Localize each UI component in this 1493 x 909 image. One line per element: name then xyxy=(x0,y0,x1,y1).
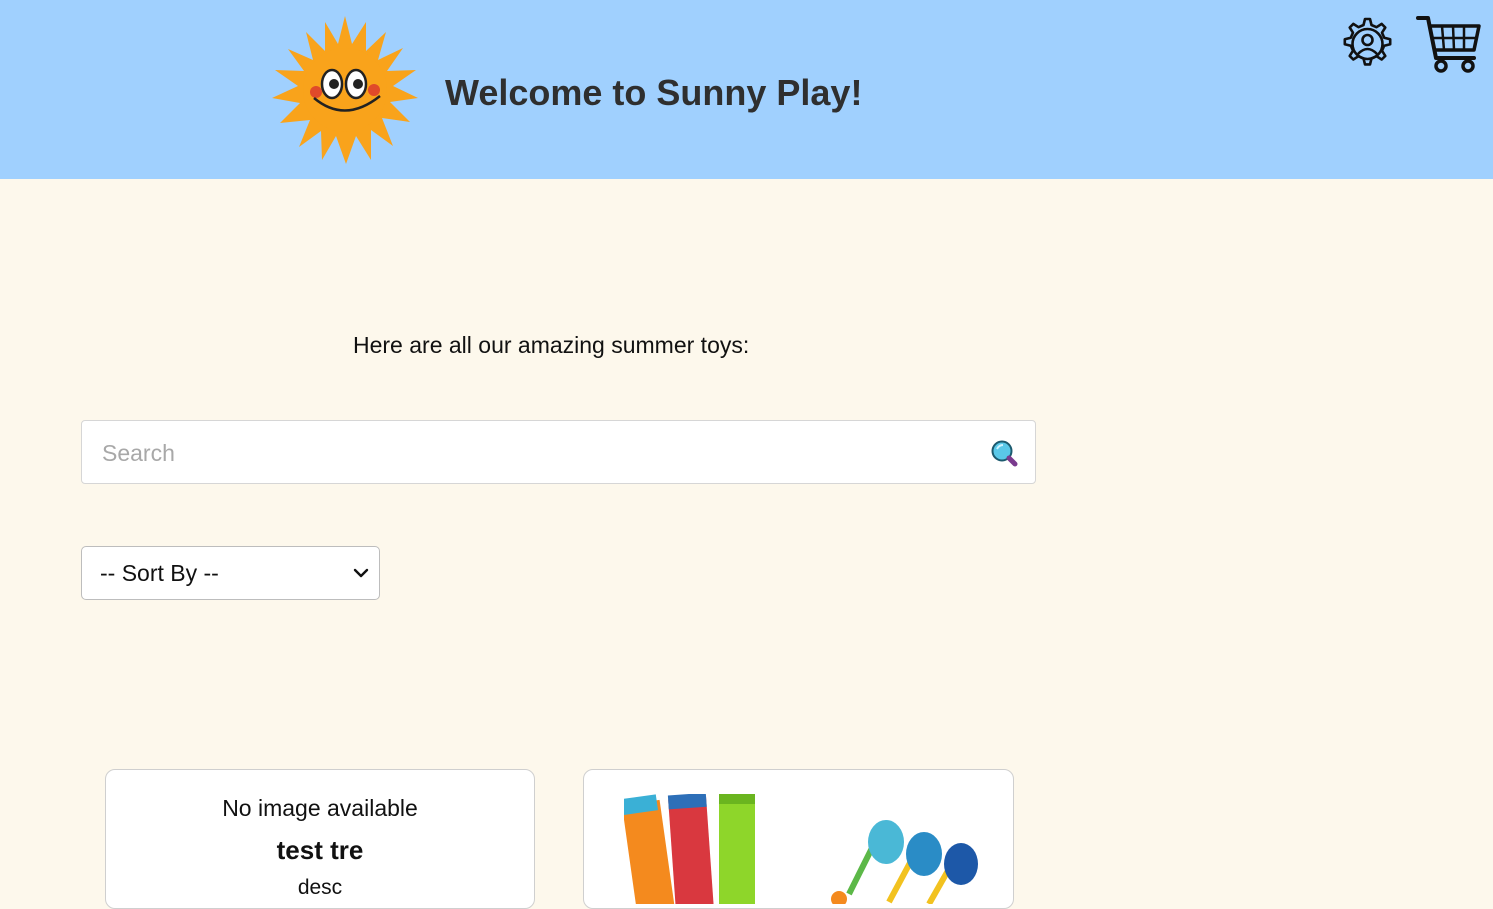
product-card[interactable] xyxy=(583,769,1014,909)
search-input[interactable] xyxy=(100,421,984,485)
search-box xyxy=(81,420,1036,485)
sun-logo-icon xyxy=(272,16,418,164)
chevron-down-icon xyxy=(353,568,369,578)
magnifier-icon[interactable] xyxy=(990,439,1020,469)
product-name: test tre xyxy=(276,835,364,865)
cart-icon[interactable] xyxy=(1416,14,1482,74)
intro-text: Here are all our amazing summer toys: xyxy=(353,332,750,358)
page-title: Welcome to Sunny Play! xyxy=(445,72,863,113)
site-header: Welcome to Sunny Play! xyxy=(0,0,1493,179)
sort-selected-value: -- Sort By -- xyxy=(100,560,219,586)
no-image-text: No image available xyxy=(222,795,418,821)
product-description: desc xyxy=(297,876,343,899)
sort-select[interactable]: -- Sort By -- xyxy=(81,546,380,600)
product-card[interactable]: No image available test tre desc xyxy=(105,769,535,909)
settings-icon[interactable] xyxy=(1337,16,1393,72)
product-image xyxy=(624,794,978,904)
